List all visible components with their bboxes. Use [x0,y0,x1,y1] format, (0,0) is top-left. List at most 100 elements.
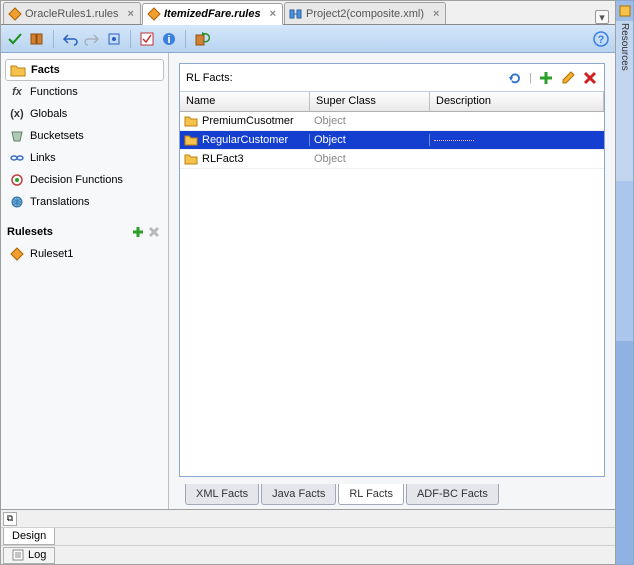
file-tab-oraclerules1[interactable]: OracleRules1.rules × [3,2,141,24]
file-tab-label: OracleRules1.rules [25,8,119,20]
table-body: PremiumCusotmer Object RegularCustomer O… [180,112,604,476]
globals-icon: (x) [9,106,25,122]
separator [53,30,54,48]
tab-design[interactable]: Design [3,528,55,545]
column-header-name[interactable]: Name [180,92,310,111]
sidebar-item-label: Functions [30,86,78,98]
ruleset-icon [9,246,25,262]
tab-rl-facts[interactable]: RL Facts [338,484,404,505]
add-ruleset-icon[interactable] [130,224,146,240]
table-row[interactable]: PremiumCusotmer Object [180,112,604,131]
help-icon[interactable]: ? [593,31,609,47]
separator [130,30,131,48]
delete-ruleset-icon[interactable] [146,224,162,240]
panel-title: RL Facts: [186,72,507,84]
bottom-tab-label: Log [28,549,46,561]
sidebar-item-label: Links [30,152,56,164]
rulesets-section-header: Rulesets [5,221,164,243]
file-tab-itemizedfare[interactable]: ItemizedFare.rules × [142,3,283,25]
cell-description [434,140,474,141]
tab-label: Java Facts [272,488,325,500]
folder-icon [184,153,198,165]
cell-superclass: Object [314,153,346,165]
rules-icon [147,7,161,21]
validate-icon[interactable] [7,31,23,47]
column-header-description[interactable]: Description [430,92,604,111]
svg-text:i: i [167,34,170,46]
facts-panel: RL Facts: | Name Super Class Description [179,63,605,477]
fx-icon: fx [9,84,25,100]
sidebar-item-globals[interactable]: (x) Globals [5,103,164,125]
sidebar-item-label: Bucketsets [30,130,84,142]
edit-icon[interactable] [560,70,576,86]
sidebar-item-bucketsets[interactable]: Bucketsets [5,125,164,147]
sidebar-item-label: Translations [30,196,90,208]
sidebar-item-label: Globals [30,108,67,120]
tab-label: ADF-BC Facts [417,488,488,500]
column-header-superclass[interactable]: Super Class [310,92,430,111]
composite-icon [289,7,303,21]
links-icon [9,150,25,166]
sidebar-item-decision-functions[interactable]: Decision Functions [5,169,164,191]
check-icon[interactable] [139,31,155,47]
refresh-icon[interactable] [507,70,523,86]
cell-superclass: Object [314,134,346,146]
sidebar-ruleset-item[interactable]: Ruleset1 [5,243,164,265]
translate-icon [9,194,25,210]
tab-label: XML Facts [196,488,248,500]
log-icon [12,549,24,561]
refresh-dict-icon[interactable] [194,31,210,47]
restore-icon[interactable]: ⧉ [3,512,17,526]
navigation-sidebar: Facts fx Functions (x) Globals Bucketset… [1,53,169,509]
info-icon[interactable]: i [161,31,177,47]
svg-text:?: ? [598,34,605,46]
folder-icon [10,62,26,78]
sidebar-item-functions[interactable]: fx Functions [5,81,164,103]
rules-icon [8,7,22,21]
facts-tabbar: XML Facts Java Facts RL Facts ADF-BC Fac… [179,481,605,505]
bottom-tab-label: Design [12,530,46,542]
sidebar-item-links[interactable]: Links [5,147,164,169]
folder-icon [184,115,198,127]
bottom-area: ⧉ Design Log [1,509,615,564]
dictionary-icon[interactable] [29,31,45,47]
tab-overflow[interactable]: ▾ [589,10,615,24]
redo-icon[interactable] [84,31,100,47]
add-icon[interactable] [538,70,554,86]
folder-icon [184,134,198,146]
table-row[interactable]: RLFact3 Object [180,150,604,169]
close-icon[interactable]: × [433,8,439,20]
resources-label: Resources [619,23,630,71]
resources-icon [619,5,631,17]
file-tabbar: OracleRules1.rules × ItemizedFare.rules … [1,1,615,25]
file-tab-label: Project2(composite.xml) [306,8,424,20]
rulesets-header-label: Rulesets [7,226,130,238]
tab-java-facts[interactable]: Java Facts [261,484,336,505]
table-header: Name Super Class Description [180,92,604,112]
toolbar: i ? [1,25,615,53]
tab-label: RL Facts [349,488,393,500]
close-icon[interactable]: × [270,8,276,20]
sidebar-item-facts[interactable]: Facts [5,59,164,81]
tab-log[interactable]: Log [3,547,55,564]
tab-adfbc-facts[interactable]: ADF-BC Facts [406,484,499,505]
cell-name: RegularCustomer [202,134,288,146]
undo-icon[interactable] [62,31,78,47]
sidebar-item-label: Facts [31,64,60,76]
tab-xml-facts[interactable]: XML Facts [185,484,259,505]
separator: | [529,72,532,84]
sidebar-item-translations[interactable]: Translations [5,191,164,213]
table-row[interactable]: RegularCustomer Object [180,131,604,150]
file-tab-project2[interactable]: Project2(composite.xml) × [284,2,446,24]
resources-sidebar[interactable]: Resources [616,0,634,565]
bucketsets-icon [9,128,25,144]
settings-icon[interactable] [106,31,122,47]
sidebar-item-label: Ruleset1 [30,248,73,260]
cell-name: RLFact3 [202,153,244,165]
cell-superclass: Object [314,115,346,127]
cell-name: PremiumCusotmer [202,115,294,127]
sidebar-item-label: Decision Functions [30,174,123,186]
file-tab-label: ItemizedFare.rules [164,8,261,20]
close-icon[interactable]: × [128,8,134,20]
delete-icon[interactable] [582,70,598,86]
